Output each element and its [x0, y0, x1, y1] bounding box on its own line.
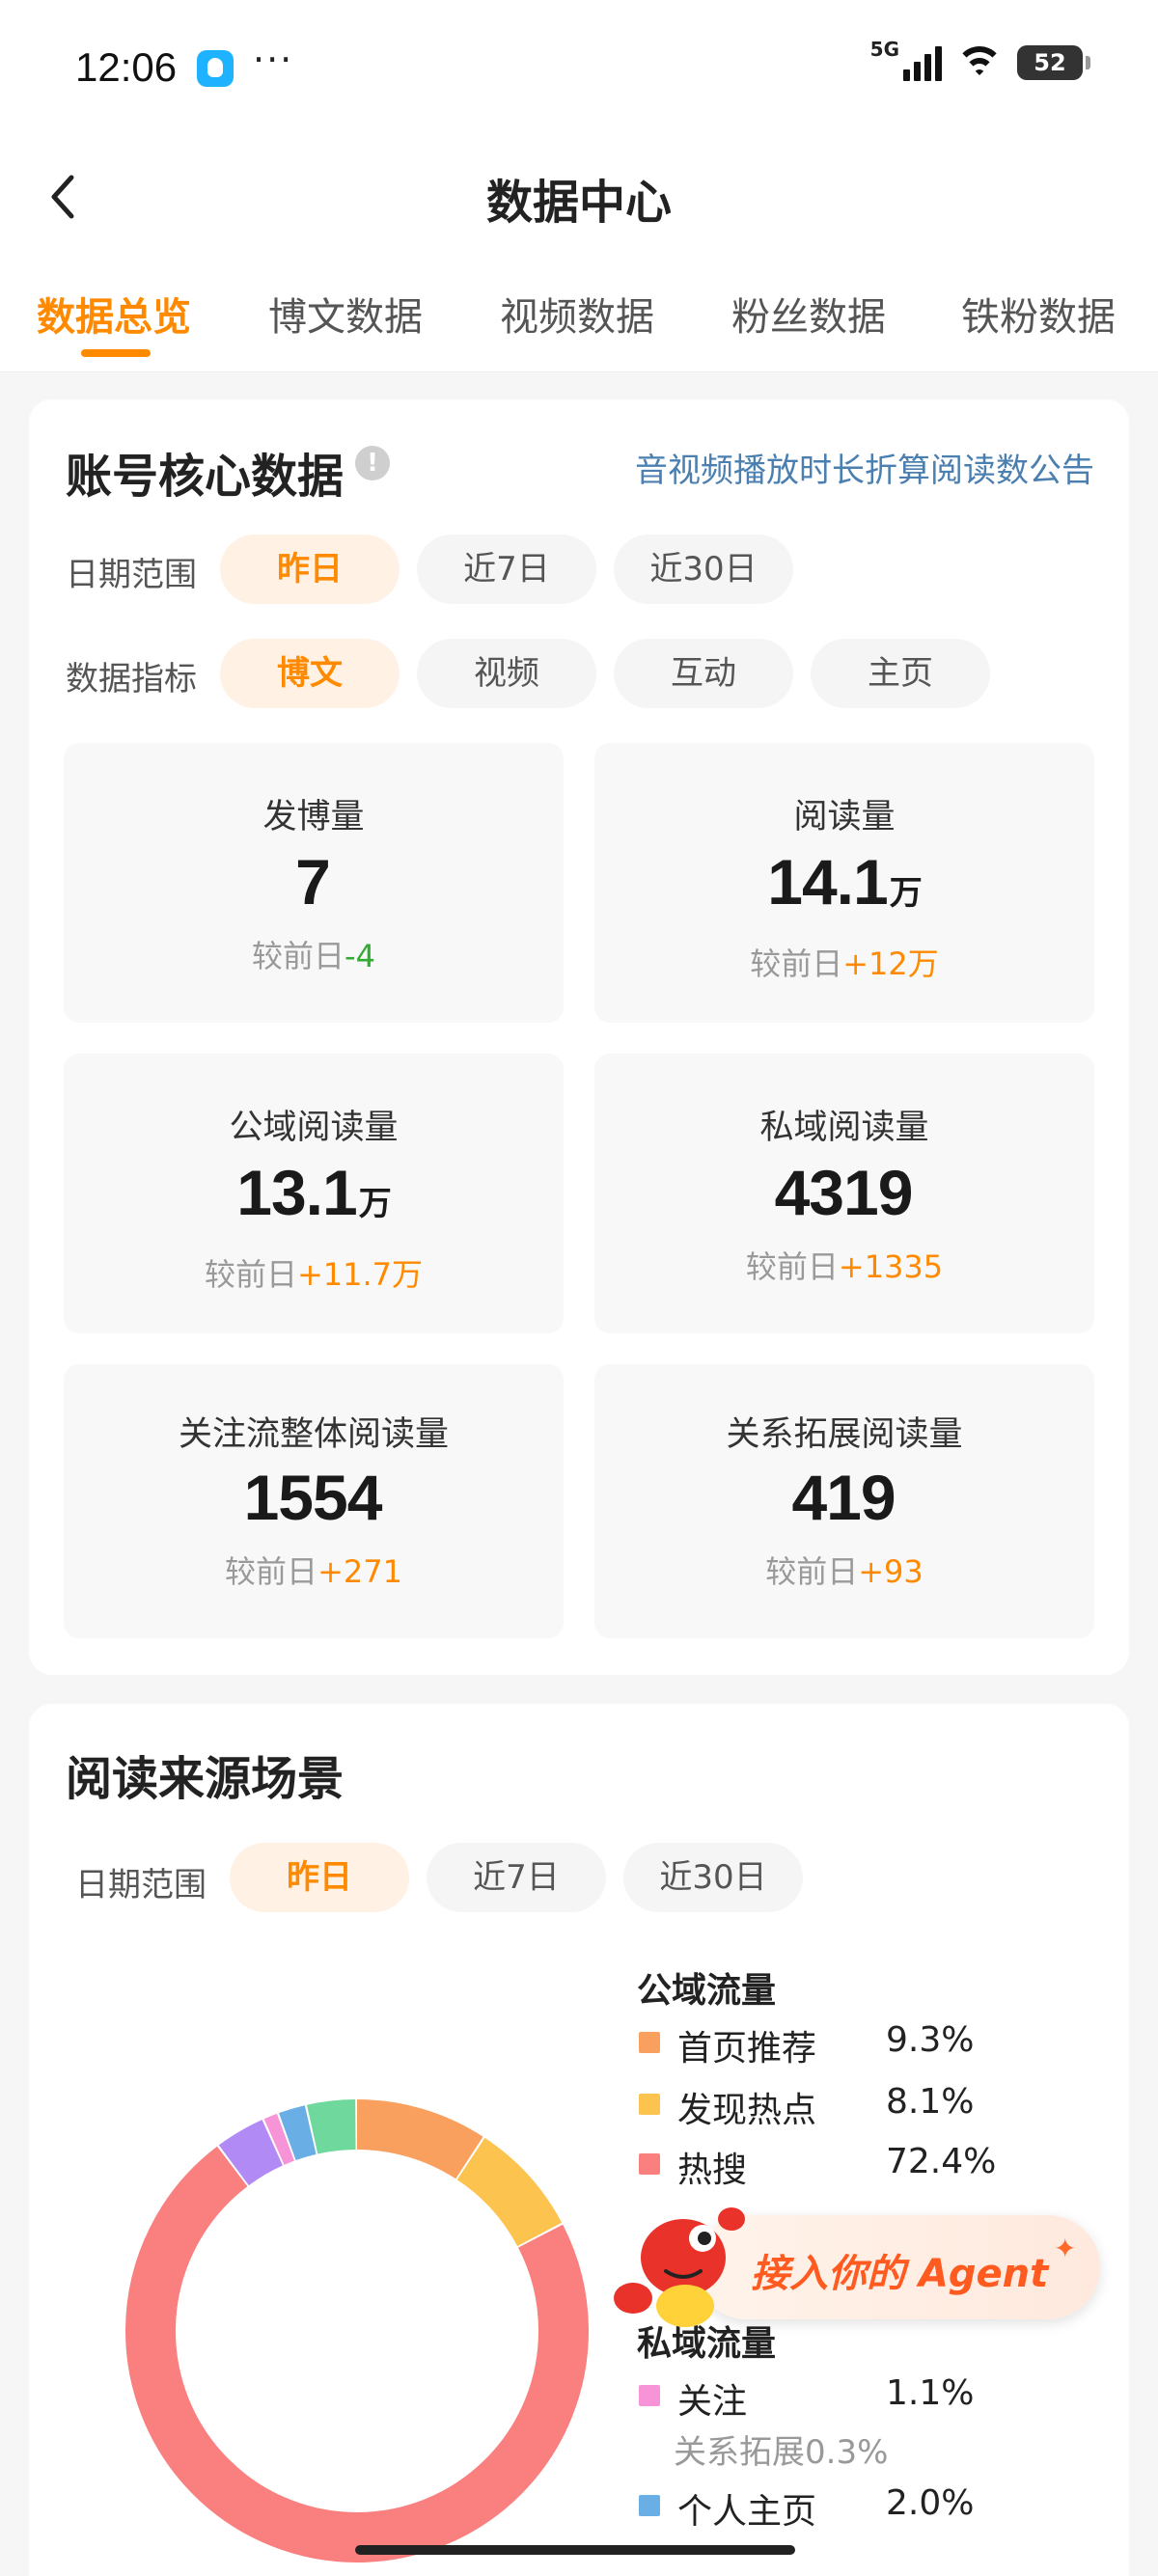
- stat-compare: 较前日+271: [225, 1553, 402, 1590]
- status-bar: 12:06 ··· 5G 52: [0, 0, 1158, 135]
- more-notifications-icon: ···: [253, 39, 294, 81]
- source-date-option-7d[interactable]: 近7日: [427, 1843, 606, 1912]
- stat-label: 私域阅读量: [759, 1109, 929, 1147]
- tab-posts[interactable]: 博文数据: [268, 286, 423, 342]
- stat-change: +11.7万: [296, 1256, 424, 1293]
- tab-bar: 数据总览 博文数据 视频数据 粉丝数据 铁粉数据: [0, 260, 1158, 372]
- stat-value: 14.1万: [767, 846, 922, 918]
- stat-value: 13.1万: [236, 1157, 391, 1228]
- stat-label: 关系拓展阅读量: [726, 1415, 963, 1454]
- sparkle-icon: ✦: [1054, 2233, 1077, 2264]
- legend-pct: 72.4%: [886, 2142, 997, 2181]
- tab-iron-fans[interactable]: 铁粉数据: [961, 286, 1116, 342]
- legend-label: 发现热点: [677, 2091, 817, 2130]
- home-indicator: [355, 2545, 795, 2555]
- date-option-7d[interactable]: 近7日: [417, 534, 596, 604]
- active-tab-indicator: [81, 349, 151, 357]
- wifi-icon: [955, 44, 1004, 81]
- source-date-option-yesterday[interactable]: 昨日: [230, 1843, 409, 1912]
- source-date-option-30d[interactable]: 近30日: [623, 1843, 803, 1912]
- stat-value: 419: [791, 1462, 896, 1533]
- stat-card-reads[interactable]: 阅读量 14.1万 较前日+12万: [594, 743, 1094, 1023]
- stat-change: -4: [345, 938, 375, 974]
- stat-card-public-reads[interactable]: 公域阅读量 13.1万 较前日+11.7万: [64, 1054, 564, 1333]
- date-range-label: 日期范围: [66, 556, 197, 594]
- status-indicators: 5G 52: [870, 38, 1090, 81]
- core-data-card: 账号核心数据 ! 音视频播放时长折算阅读数公告 日期范围 昨日 近7日 近30日…: [29, 399, 1129, 1675]
- date-option-30d[interactable]: 近30日: [614, 534, 793, 604]
- page-title: 数据中心: [485, 176, 672, 230]
- tab-videos[interactable]: 视频数据: [500, 286, 654, 342]
- legend-swatch: [639, 2094, 660, 2115]
- page-header: 数据中心: [0, 135, 1158, 260]
- core-data-title: 账号核心数据: [66, 450, 345, 504]
- stat-card-relation-reads[interactable]: 关系拓展阅读量 419 较前日+93: [594, 1364, 1094, 1638]
- metric-option-homepage[interactable]: 主页: [811, 639, 990, 708]
- status-time: 12:06: [75, 44, 178, 90]
- source-date-range-label: 日期范围: [75, 1866, 207, 1905]
- mascot-icon[interactable]: [608, 2190, 753, 2335]
- legend-pct: 1.1%: [886, 2373, 975, 2413]
- date-option-yesterday[interactable]: 昨日: [220, 534, 400, 604]
- stat-compare: 较前日+1335: [745, 1248, 944, 1285]
- tab-overview[interactable]: 数据总览: [37, 286, 191, 342]
- stat-change: +12万: [842, 945, 939, 982]
- stat-change: +271: [317, 1553, 402, 1590]
- public-traffic-heading: 公域流量: [637, 1971, 777, 2011]
- qq-app-icon: [197, 50, 234, 87]
- legend-swatch: [639, 2385, 660, 2406]
- legend-label: 个人主页: [677, 2492, 817, 2532]
- stat-value: 4319: [774, 1157, 914, 1228]
- stat-label: 发博量: [262, 798, 365, 836]
- stat-value: 1554: [243, 1462, 383, 1533]
- read-source-title: 阅读来源场景: [66, 1752, 345, 1806]
- metric-option-interaction[interactable]: 互动: [614, 639, 793, 708]
- metric-label: 数据指标: [66, 660, 197, 699]
- battery-icon: 52: [1017, 45, 1090, 80]
- metric-option-posts[interactable]: 博文: [220, 639, 400, 708]
- legend-swatch: [639, 2153, 660, 2175]
- stat-label: 公域阅读量: [229, 1109, 399, 1147]
- stat-compare: 较前日-4: [252, 938, 375, 974]
- info-icon[interactable]: !: [355, 446, 390, 480]
- stat-change: +93: [858, 1553, 924, 1590]
- stat-label: 阅读量: [793, 798, 896, 836]
- stat-card-follow-feed-reads[interactable]: 关注流整体阅读量 1554 较前日+271: [64, 1364, 564, 1638]
- metric-option-video[interactable]: 视频: [417, 639, 596, 708]
- legend-label: 热搜: [677, 2151, 748, 2190]
- signal-icon: [903, 44, 942, 81]
- agent-banner-text: 接入你的 Agent: [751, 2252, 1049, 2296]
- legend-swatch: [639, 2495, 660, 2516]
- legend-pct: 2.0%: [886, 2483, 975, 2523]
- legend-label: 关注: [677, 2382, 748, 2422]
- stat-compare: 较前日+93: [765, 1553, 924, 1590]
- notice-link[interactable]: 音视频播放时长折算阅读数公告: [635, 444, 1094, 491]
- network-type: 5G: [869, 38, 899, 61]
- agent-banner[interactable]: 接入你的 Agent ✦: [695, 2215, 1100, 2319]
- stat-value: 7: [295, 846, 331, 918]
- stat-card-posts[interactable]: 发博量 7 较前日-4: [64, 743, 564, 1023]
- source-donut-chart: [125, 2099, 589, 2562]
- stat-compare: 较前日+12万: [750, 945, 939, 982]
- tab-fans[interactable]: 粉丝数据: [731, 286, 886, 342]
- stat-compare: 较前日+11.7万: [204, 1256, 424, 1293]
- stat-change: +1335: [838, 1248, 944, 1285]
- stat-card-private-reads[interactable]: 私域阅读量 4319 较前日+1335: [594, 1054, 1094, 1333]
- legend-sub-item: 关系拓展0.3%: [674, 2433, 889, 2472]
- stat-label: 关注流整体阅读量: [178, 1415, 449, 1454]
- legend-pct: 9.3%: [886, 2020, 975, 2060]
- legend-label: 首页推荐: [677, 2029, 817, 2069]
- legend-pct: 8.1%: [886, 2082, 975, 2122]
- legend-swatch: [639, 2032, 660, 2053]
- read-source-card: 阅读来源场景 日期范围 昨日 近7日 近30日 公域流量 首页推荐 9.3% 发…: [29, 1704, 1129, 2576]
